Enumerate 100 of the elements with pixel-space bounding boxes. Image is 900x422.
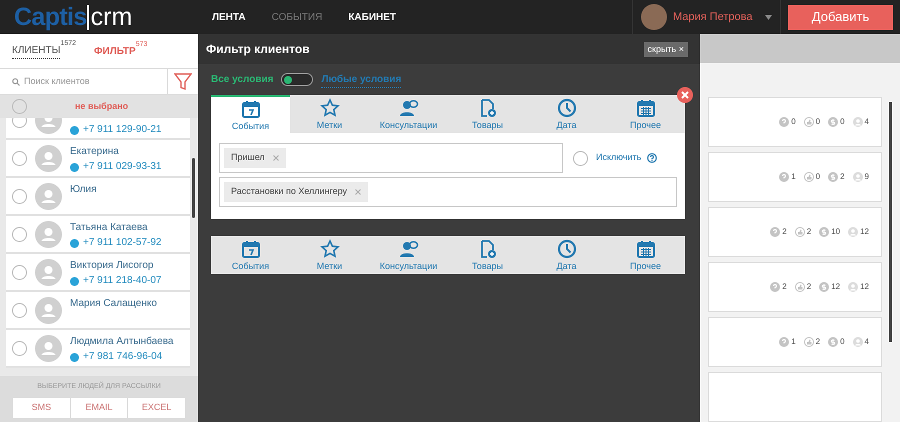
condition-tab[interactable]: Метки (290, 236, 369, 274)
export-button[interactable]: SMS (13, 398, 70, 418)
condition-tab[interactable]: Дата (527, 236, 606, 274)
client-row[interactable]: Виктория Лисогор +7 911 218-40-07 (6, 254, 190, 292)
client-row[interactable]: Татьяна Катаева +7 911 102-57-92 (6, 216, 190, 254)
help-icon[interactable] (647, 153, 658, 163)
question-icon (770, 227, 780, 237)
user-name[interactable]: Мария Петрова (673, 8, 759, 26)
client-row[interactable]: Юлия (6, 178, 190, 216)
search-input[interactable]: Поиск клиентов (24, 74, 144, 88)
people-icon (398, 239, 418, 259)
sidebar-tab[interactable]: КЛИЕНТЫ (12, 43, 60, 59)
checkbox[interactable] (12, 340, 27, 356)
close-icon[interactable] (677, 87, 693, 103)
dollar-icon (819, 227, 830, 237)
stat-count: 2 (840, 171, 845, 183)
match-mode-option[interactable]: Все условия (211, 72, 274, 87)
avatar[interactable] (641, 4, 667, 30)
thumbs-up-icon (804, 172, 814, 182)
card[interactable]: 2 2 12 12 (708, 262, 882, 312)
question-icon (779, 337, 790, 347)
checkbox[interactable] (12, 264, 27, 280)
client-row[interactable]: Людмила Алтынбаева +7 981 746-96-04 (6, 330, 190, 368)
nav-link[interactable]: СОБЫТИЯ (272, 10, 322, 24)
checkbox[interactable] (12, 302, 27, 318)
scrollbar[interactable] (192, 158, 195, 218)
export-button[interactable]: EXCEL (128, 398, 186, 418)
stat-count: 0 (791, 116, 796, 128)
condition-tab[interactable]: Консультации (369, 236, 448, 274)
avatar-icon (35, 258, 62, 286)
phone-number: +7 981 746-96-04 (83, 351, 162, 363)
tag-label: Пришел (231, 151, 265, 164)
star-icon (320, 98, 340, 118)
client-name: Екатерина (70, 146, 120, 158)
add-button[interactable]: Добавить (788, 4, 893, 30)
logo-product: crm (86, 4, 132, 30)
thumbs-up-icon (794, 282, 805, 292)
question-icon (770, 282, 780, 292)
selection-status: не выбрано (75, 100, 128, 113)
card[interactable]: 0 0 0 4 (708, 97, 882, 147)
tag-input-field[interactable]: Расстановки по Хеллингеру (219, 177, 677, 207)
phone-number: +7 911 029-93-31 (83, 161, 162, 173)
stat-count: 0 (816, 171, 820, 183)
sidebar-tab[interactable]: ФИЛЬТР (94, 44, 136, 58)
client-name: Людмила Алтынбаева (70, 336, 174, 348)
condition-tab[interactable]: Товары (448, 95, 527, 133)
condition-tab[interactable]: Товары (448, 236, 527, 274)
card[interactable]: 1 0 2 9 (708, 152, 882, 202)
person-icon (848, 282, 858, 292)
stat-count: 0 (840, 336, 845, 348)
remove-icon[interactable] (272, 155, 279, 161)
calendar-icon (240, 239, 260, 259)
hide-button[interactable]: скрыть × (644, 42, 688, 56)
filter-icon[interactable] (174, 72, 192, 90)
scrollbar[interactable] (889, 102, 892, 342)
card[interactable]: 1 2 0 4 (708, 317, 882, 367)
toggle-switch[interactable] (281, 73, 314, 86)
condition-tab[interactable]: Дата (527, 95, 606, 133)
dollar-icon (828, 172, 838, 182)
remove-icon[interactable] (355, 189, 362, 195)
tag-chip[interactable]: Расстановки по Хеллингеру (224, 182, 368, 202)
nav-link[interactable]: КАБИНЕТ (348, 10, 396, 24)
person-icon (852, 337, 863, 347)
thumbs-up-icon (804, 117, 814, 127)
checkbox[interactable] (12, 188, 27, 204)
dollar-icon (828, 117, 838, 127)
question-icon (779, 117, 790, 127)
checkbox[interactable] (573, 150, 588, 166)
avatar-icon (35, 296, 62, 324)
avatar-icon (35, 182, 62, 210)
stat-count: 2 (782, 226, 787, 238)
export-button[interactable]: EMAIL (70, 398, 128, 418)
client-row[interactable]: +7 911 129-90-21 (6, 118, 190, 140)
search-field[interactable]: Поиск клиентов (0, 68, 168, 95)
checkbox[interactable] (12, 226, 27, 242)
tag-chip[interactable]: Пришел (224, 148, 286, 168)
client-row[interactable]: Екатерина +7 911 029-93-31 (6, 140, 190, 178)
avatar-icon (35, 220, 62, 248)
dollar-icon (819, 282, 830, 292)
checkbox[interactable] (12, 150, 27, 166)
tag-input-field[interactable]: Пришел (219, 143, 563, 173)
condition-tab[interactable]: События (211, 236, 290, 274)
condition-tab[interactable]: Консультации (369, 95, 448, 133)
card[interactable]: 2 2 10 12 (708, 207, 882, 257)
match-mode-option[interactable]: Любые условия (321, 72, 402, 88)
client-row[interactable]: Мария Салащенко (6, 292, 190, 330)
condition-tab[interactable]: Метки (290, 95, 369, 133)
checkbox[interactable] (12, 99, 27, 114)
card[interactable] (708, 372, 882, 422)
clock-icon (556, 239, 576, 259)
condition-tab[interactable]: Прочее (606, 95, 685, 133)
client-name: Татьяна Катаева (70, 222, 149, 234)
dollar-icon (828, 337, 838, 347)
condition-tab[interactable]: События (211, 95, 290, 133)
logo-brand: Captis (14, 4, 87, 30)
condition-tab[interactable]: Прочее (606, 236, 685, 274)
caret-icon[interactable] (765, 14, 772, 20)
stat-count: 12 (860, 226, 869, 238)
nav-link[interactable]: ЛЕНТА (212, 10, 246, 24)
stat-count: 10 (831, 226, 840, 238)
